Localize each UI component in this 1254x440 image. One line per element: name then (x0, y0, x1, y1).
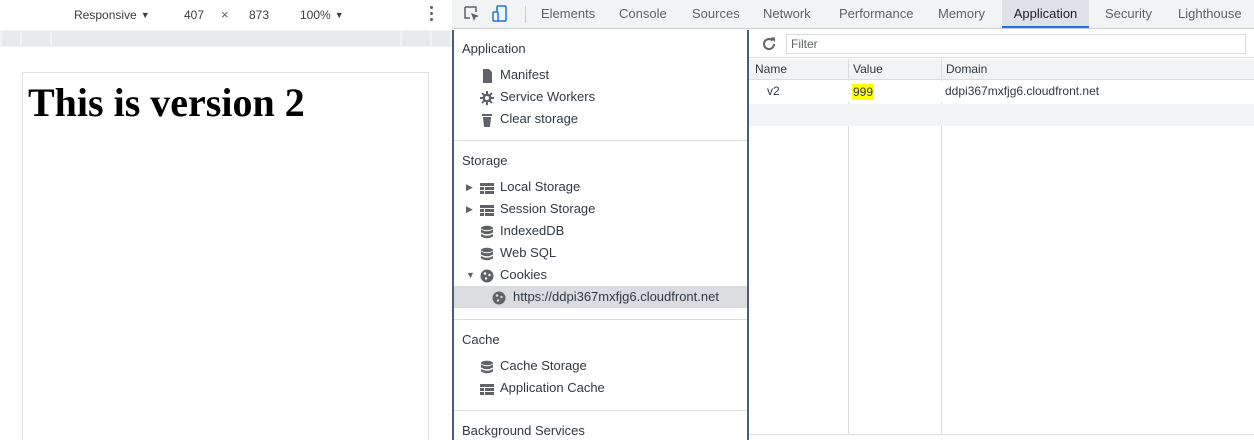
table-header: Name Value Domain (749, 59, 1254, 80)
sidebar-item-indexeddb[interactable]: IndexedDB (480, 220, 720, 242)
media-query-segment[interactable] (402, 31, 430, 46)
media-query-segment[interactable] (22, 31, 50, 46)
sidebar-item-label: Manifest (500, 67, 550, 82)
trash-icon (480, 112, 494, 127)
media-query-bar[interactable] (0, 30, 452, 47)
sidebar-item-label: Local Storage (500, 179, 581, 194)
section-title-storage: Storage (462, 153, 508, 168)
sidebar-item-cookie-origin[interactable]: https://ddpi367mxfjg6.cloudfront.net (454, 286, 747, 308)
sidebar-item-session-storage[interactable]: ▶ Session Storage (466, 198, 726, 220)
chevron-down-icon[interactable]: ▼ (466, 264, 475, 286)
device-select[interactable]: Responsive ▼ (74, 8, 150, 22)
sidebar-item-web-sql[interactable]: Web SQL (480, 242, 720, 264)
device-select-label: Responsive (74, 8, 137, 22)
section-title-cache: Cache (462, 332, 500, 347)
sidebar-item-service-workers[interactable]: Service Workers (480, 86, 680, 108)
chevron-right-icon[interactable]: ▶ (466, 198, 473, 220)
divider (749, 434, 1254, 435)
filter-input[interactable] (786, 34, 1246, 54)
sidebar-item-label: Service Workers (500, 89, 596, 104)
media-query-segment[interactable] (52, 31, 400, 46)
device-emulation-pane: Responsive ▼ 407 × 873 100% ▼ This is vers… (0, 0, 452, 440)
zoom-select-label: 100% (300, 8, 331, 22)
database-icon (480, 224, 494, 239)
device-toggle-icon[interactable] (490, 4, 510, 24)
cookies-panel: Name Value Domain v2 999 ddpi367mxfjg6.c… (749, 30, 1254, 440)
sidebar-item-local-storage[interactable]: ▶ Local Storage (466, 176, 726, 198)
table-row[interactable]: v2 999 ddpi367mxfjg6.cloudfront.net (749, 81, 1254, 102)
section-title-application: Application (462, 41, 526, 56)
tab-sources[interactable]: Sources (692, 0, 740, 28)
cookie-value-cell: 999 (852, 84, 875, 100)
sidebar-item-label: Web SQL (500, 245, 557, 260)
gear-icon (480, 90, 494, 105)
sidebar-item-application-cache[interactable]: Application Cache (480, 377, 720, 399)
page-heading: This is version 2 (28, 80, 305, 125)
sidebar-item-cookies[interactable]: ▼ Cookies (466, 264, 726, 286)
cookie-icon (480, 268, 494, 283)
column-header-name[interactable]: Name (749, 59, 787, 80)
cookie-domain-cell: ddpi367mxfjg6.cloudfront.net (945, 84, 1100, 98)
inspect-element-icon[interactable] (462, 4, 482, 24)
times-icon: × (221, 7, 229, 22)
chevron-right-icon[interactable]: ▶ (466, 176, 473, 198)
column-header-domain[interactable]: Domain (940, 59, 987, 80)
divider (525, 6, 526, 23)
sidebar-item-label: Cookies (500, 267, 547, 282)
sidebar-item-label: Cache Storage (500, 358, 587, 373)
cookie-origin-item: https://ddpi367mxfjg6.cloudfront.net (492, 286, 747, 308)
sidebar-item-label: IndexedDB (500, 223, 565, 238)
refresh-icon[interactable] (761, 36, 777, 52)
tab-application[interactable]: Application (1002, 0, 1089, 28)
divider (454, 410, 747, 411)
cookie-origin-label: https://ddpi367mxfjg6.cloudfront.net (513, 289, 719, 304)
tab-memory[interactable]: Memory (938, 0, 985, 28)
database-icon (480, 246, 494, 261)
filter-bar (749, 30, 1254, 58)
tab-elements[interactable]: Elements (541, 0, 595, 28)
database-icon (480, 359, 494, 374)
divider (454, 140, 747, 141)
media-query-segment[interactable] (2, 31, 20, 46)
column-header-value[interactable]: Value (847, 59, 883, 80)
tab-security[interactable]: Security (1105, 0, 1152, 28)
table-icon (480, 381, 494, 395)
emulated-viewport: This is version 2 (22, 72, 429, 440)
table-row-empty[interactable] (749, 104, 1254, 126)
device-toolbar: Responsive ▼ 407 × 873 100% ▼ (0, 0, 452, 30)
tab-console[interactable]: Console (619, 0, 667, 28)
cookie-name-cell: v2 (767, 84, 780, 98)
tab-lighthouse[interactable]: Lighthouse (1178, 0, 1242, 28)
sidebar-item-manifest[interactable]: Manifest (480, 64, 680, 86)
sidebar-item-clear-storage[interactable]: Clear storage (480, 108, 680, 130)
application-sidebar: Application Manifest Service Workers Cle… (452, 30, 749, 440)
table-icon (480, 202, 494, 216)
sidebar-item-label: Application Cache (500, 380, 605, 395)
cookie-icon (492, 290, 506, 305)
sidebar-item-cache-storage[interactable]: Cache Storage (480, 355, 720, 377)
width-input[interactable]: 407 (181, 8, 207, 22)
section-title-background-services: Background Services (462, 423, 585, 438)
zoom-select[interactable]: 100% ▼ (300, 8, 344, 22)
devtools-tab-bar: Elements Console Sources Network Perform… (452, 0, 1254, 29)
document-icon (480, 68, 494, 83)
tab-performance[interactable]: Performance (839, 0, 913, 28)
height-input[interactable]: 873 (246, 8, 272, 22)
more-options-icon[interactable] (428, 6, 434, 22)
sidebar-item-label: Clear storage (500, 111, 579, 126)
media-query-segment[interactable] (432, 31, 450, 46)
caret-down-icon: ▼ (140, 10, 150, 20)
tab-network[interactable]: Network (763, 0, 811, 28)
divider (454, 319, 747, 320)
sidebar-item-label: Session Storage (500, 201, 596, 216)
table-icon (480, 180, 494, 194)
caret-down-icon: ▼ (334, 10, 344, 20)
